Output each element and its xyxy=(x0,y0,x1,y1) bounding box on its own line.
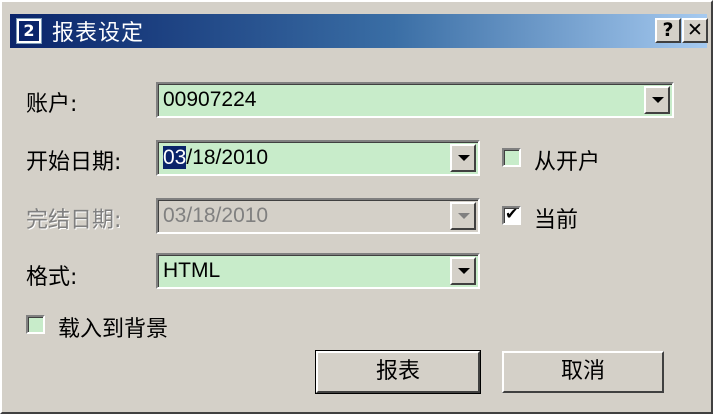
current-checkbox[interactable]: ✔ xyxy=(502,204,521,225)
chevron-down-icon xyxy=(458,213,470,219)
start-date-value: 03/18/2010 xyxy=(163,146,268,170)
account-value: 00907224 xyxy=(163,88,257,111)
account-dropdown-button[interactable] xyxy=(644,86,670,114)
checkmark-icon: ✔ xyxy=(505,204,519,223)
window-title: 报表设定 xyxy=(52,21,145,46)
load-background-checkbox[interactable] xyxy=(26,315,45,334)
from-open-checkbox[interactable] xyxy=(502,148,521,167)
title-bar[interactable]: 2 报表设定 ? ✕ xyxy=(10,14,708,48)
format-dropdown-button[interactable] xyxy=(450,257,476,285)
app-logo-icon: 2 xyxy=(19,21,39,41)
report-button[interactable]: 报表 xyxy=(315,350,481,394)
app-icon: 2 xyxy=(16,18,42,44)
account-select[interactable]: 00907224 xyxy=(156,82,674,118)
start-date-label: 开始日期: xyxy=(26,150,122,175)
start-date-rest: /18/2010 xyxy=(186,146,269,169)
end-date-picker[interactable]: 03/18/2010 xyxy=(156,198,480,234)
end-date-dropdown-button[interactable] xyxy=(450,202,476,230)
start-date-picker[interactable]: 03/18/2010 xyxy=(156,140,480,176)
current-label: 当前 xyxy=(534,208,579,233)
format-select[interactable]: HTML xyxy=(156,253,480,289)
format-label: 格式: xyxy=(26,265,78,290)
chevron-down-icon xyxy=(652,97,664,103)
chevron-down-icon xyxy=(458,268,470,274)
start-date-dropdown-button[interactable] xyxy=(450,144,476,172)
report-settings-dialog: 2 报表设定 ? ✕ 账户: 00907224 开始日期: 03/18/2010… xyxy=(0,0,713,414)
from-open-label: 从开户 xyxy=(534,150,601,175)
close-button[interactable]: ✕ xyxy=(682,18,708,43)
format-value: HTML xyxy=(163,259,221,282)
close-icon: ✕ xyxy=(687,19,703,41)
load-background-label: 载入到背景 xyxy=(58,317,169,342)
end-date-label: 完结日期: xyxy=(26,208,122,233)
start-date-month-selected: 03 xyxy=(163,146,187,169)
help-button[interactable]: ? xyxy=(655,18,681,43)
cancel-button[interactable]: 取消 xyxy=(502,351,664,393)
end-date-value: 03/18/2010 xyxy=(163,204,269,227)
chevron-down-icon xyxy=(458,155,470,161)
account-label: 账户: xyxy=(26,92,78,117)
